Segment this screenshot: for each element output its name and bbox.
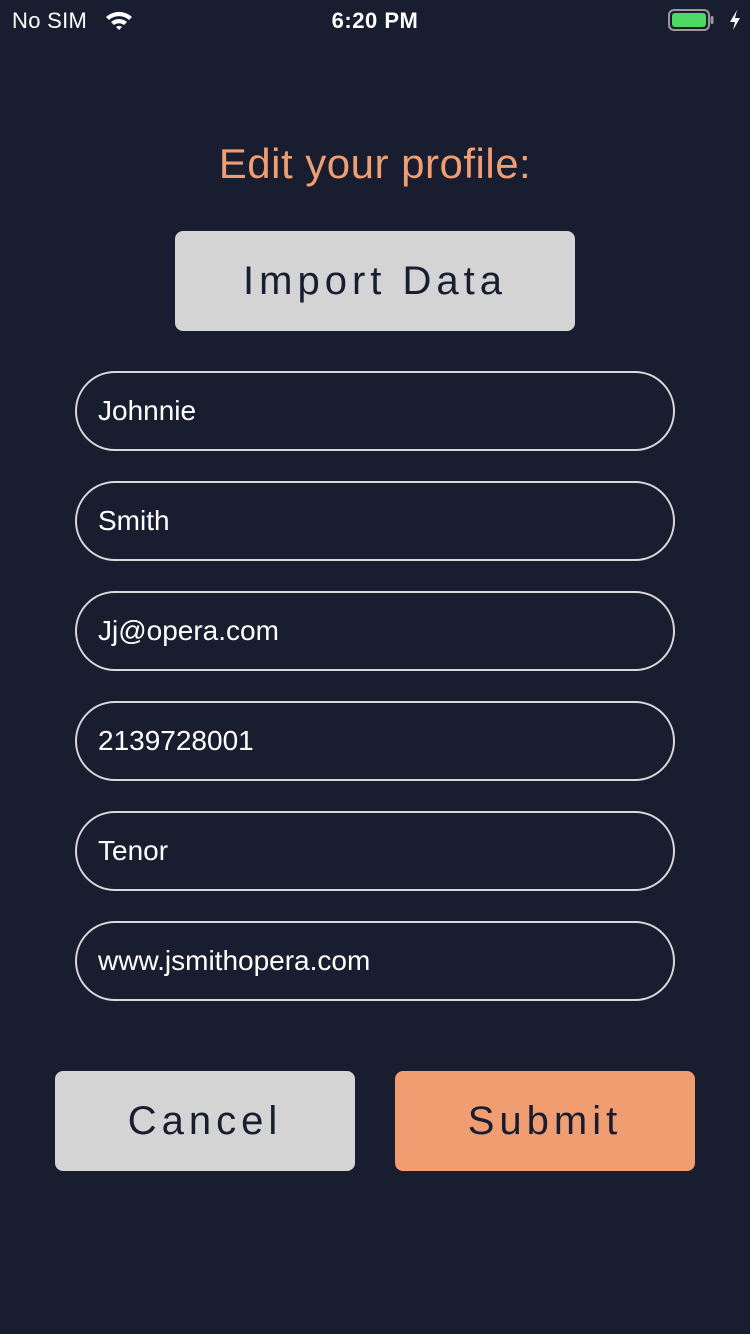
page-title: Edit your profile: <box>218 140 532 187</box>
battery-icon <box>668 9 714 31</box>
email-field[interactable] <box>75 591 675 671</box>
phone-field[interactable] <box>75 701 675 781</box>
last-name-field[interactable] <box>75 481 675 561</box>
voice-type-field[interactable] <box>75 811 675 891</box>
cancel-button[interactable]: Cancel <box>55 1071 355 1171</box>
import-data-button[interactable]: Import Data <box>175 231 575 331</box>
website-field[interactable] <box>75 921 675 1001</box>
status-time: 6:20 PM <box>331 8 419 33</box>
status-bar: No SIM 6:20 PM <box>0 0 750 40</box>
first-name-field[interactable] <box>75 371 675 451</box>
submit-button[interactable]: Submit <box>395 1071 695 1171</box>
charging-bolt-icon <box>730 10 740 30</box>
